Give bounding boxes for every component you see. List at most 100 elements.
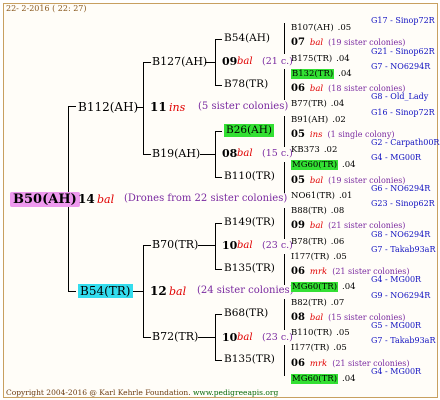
leaf-bee-row[interactable]: MG60(TR) .04 G4 - MG00R [291, 154, 421, 170]
footer: Copyright 2004-2016 @ Karl Kehrle Founda… [6, 389, 278, 397]
gen1-mark: bal [97, 193, 115, 206]
b127-number: 09 [222, 55, 238, 68]
leaf-bee-code: G6 - NO6294R [371, 184, 431, 193]
leaf-bee-row[interactable]: B110(TR) .05 G5 - MG00R [291, 322, 421, 338]
leaf-bee-id: B77(TR) [291, 99, 327, 109]
leaf-bee-code: G4 - MG00R [371, 275, 422, 284]
leaf-bee-row[interactable]: I177(TR) .05 G7 - Takab93aR [291, 246, 435, 262]
connector [284, 345, 285, 376]
leaf-bee-row[interactable]: B77(TR) .04 G8 - Old_Lady [291, 93, 428, 109]
mother-note: (24 sister colonies) [197, 285, 294, 296]
leaf-drone-number: 07 [291, 37, 305, 48]
leaf-bee-code: G5 - MG00R [371, 321, 422, 330]
mother-number: 12 [150, 284, 167, 298]
leaf-drone-mark: bal [309, 221, 324, 231]
leaf-bee-row[interactable]: B91(AH) .02 G16 - Sinop72R [291, 109, 435, 125]
connector [215, 39, 222, 40]
leaf-bee-id: MG60(TR) [291, 282, 339, 292]
connector [143, 154, 151, 155]
leaf-bee-row[interactable]: B78(TR) .06 G8 - NO6294R [291, 231, 430, 247]
b149tr-bee[interactable]: B149(TR) [224, 217, 275, 228]
leaf-bee-value: .04 [342, 282, 356, 292]
connector [68, 291, 76, 292]
leaf-drone-row[interactable]: 07 bal (19 sister colonies) [291, 32, 405, 48]
leaf-bee-row[interactable]: B132(TR) .04 G7 - NO6294R [291, 63, 430, 79]
connector [143, 245, 151, 246]
leaf-bee-row[interactable]: I177(TR) .05 G7 - Takab93aR [291, 337, 435, 353]
b70-number: 10 [222, 239, 238, 252]
leaf-bee-row[interactable]: B175(TR) .04 G21 - Sinop62R [291, 48, 435, 64]
b127-mark: bal [237, 56, 253, 67]
b19-note: (15 c.) [262, 148, 293, 159]
connector [215, 223, 222, 224]
leaf-bee-code: G7 - NO6294R [371, 62, 431, 71]
gen1-number: 14 [78, 192, 95, 206]
b70-bee[interactable]: B70(TR) [152, 239, 198, 250]
connector [284, 299, 285, 330]
father-bee[interactable]: B112(AH) [78, 101, 138, 113]
b70-note: (23 c.) [262, 240, 293, 251]
connector [68, 106, 76, 107]
leaf-drone-number: 09 [291, 220, 305, 231]
leaf-bee-code: G2 - Carpath00R [371, 138, 440, 147]
connector [198, 337, 215, 338]
gen1-note: (Drones from 22 sister colonies) [124, 193, 288, 204]
b135tr-bee[interactable]: B135(TR) [224, 263, 275, 274]
connector [215, 177, 222, 178]
b72-mark: bal [237, 332, 253, 343]
date-header: 22- 2-2016 ( 22: 27) [6, 4, 87, 13]
leaf-bee-code: G8 - Old_Lady [371, 92, 429, 101]
leaf-bee-code: G23 - Sinop62R [371, 199, 435, 208]
father-mark: ins [169, 101, 186, 114]
b70-mark: bal [237, 240, 253, 251]
b54ah-bee[interactable]: B54(AH) [224, 33, 270, 44]
leaf-bee-row[interactable]: B88(TR) .08 G23 - Sinop62R [291, 200, 435, 216]
connector [143, 62, 144, 154]
leaf-bee-row[interactable]: NO61(TR) .01 G6 - NO6294R [291, 185, 430, 201]
leaf-bee-row[interactable]: B82(TR) .07 G9 - NO6294R [291, 292, 430, 308]
b110tr-bee[interactable]: B110(TR) [224, 171, 275, 182]
mother-bee[interactable]: B54(TR) [78, 284, 133, 298]
footer-url[interactable]: www.pedigreeapis.org [193, 388, 278, 397]
leaf-bee-code: G4 - MG00R [371, 153, 422, 162]
b127-bee[interactable]: B127(AH) [152, 56, 207, 67]
father-note: (5 sister colonies) [198, 101, 289, 112]
connector [215, 314, 222, 315]
connector [215, 223, 216, 269]
b135tr-bee[interactable]: B135(TR) [224, 354, 275, 365]
leaf-bee-row[interactable]: B107(AH) .05 G17 - Sinop72R [291, 17, 435, 33]
connector [215, 131, 216, 177]
connector [284, 69, 285, 100]
leaf-bee-id: MG60(TR) [291, 160, 339, 170]
connector [215, 131, 222, 132]
root-bee[interactable]: B50(AH) [10, 192, 80, 207]
b19-bee[interactable]: B19(AH) [152, 148, 200, 159]
b72-number: 10 [222, 331, 238, 344]
leaf-bee-id: MG60(TR) [291, 374, 339, 384]
leaf-bee-code: G7 - Takab93aR [371, 336, 436, 345]
leaf-bee-code: G21 - Sinop62R [371, 47, 435, 56]
leaf-drone-row[interactable]: 09 bal (21 sister colonies) [291, 215, 405, 231]
footer-copyright: Copyright 2004-2016 @ Karl Kehrle Founda… [6, 388, 191, 397]
leaf-bee-id: I177(TR) [291, 343, 330, 353]
leaf-drone-note: (19 sister colonies) [328, 38, 406, 47]
connector [200, 154, 215, 155]
connector [143, 245, 144, 337]
leaf-bee-row[interactable]: MG60(TR) .04 G4 - MG00R [291, 276, 421, 292]
father-number: 11 [150, 100, 167, 114]
b127-note: (21 c.) [262, 56, 293, 67]
b26ah-bee[interactable]: B26(AH) [224, 124, 275, 137]
leaf-bee-row[interactable]: KB373.02 G2 - Carpath00R [291, 139, 439, 155]
leaf-bee-code: G9 - NO6294R [371, 291, 431, 300]
b19-mark: bal [237, 148, 253, 159]
b78tr-bee[interactable]: B78(TR) [224, 79, 268, 90]
connector [133, 291, 143, 292]
connector [284, 23, 285, 54]
connector [284, 162, 285, 193]
b72-bee[interactable]: B72(TR) [152, 331, 198, 342]
connector [215, 269, 222, 270]
leaf-bee-code: G8 - NO6294R [371, 230, 431, 239]
b68tr-bee[interactable]: B68(TR) [224, 308, 268, 319]
leaf-bee-row[interactable]: MG60(TR) .04 G4 - MG00R [291, 368, 421, 384]
b19-number: 08 [222, 147, 238, 160]
